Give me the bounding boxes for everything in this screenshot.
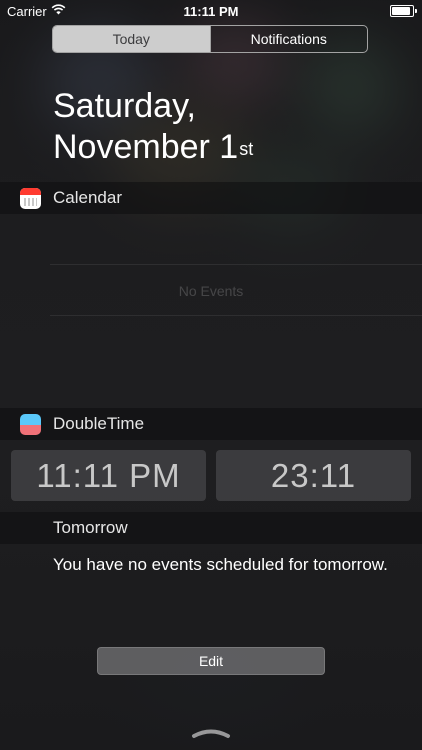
doubletime-widget-header[interactable]: DoubleTime (0, 408, 422, 440)
segmented-control: Today Notifications (52, 25, 368, 53)
chevron-up-icon[interactable] (191, 727, 231, 739)
date-month-day: November 1 (53, 128, 239, 166)
tab-today[interactable]: Today (53, 26, 210, 52)
edit-button[interactable]: Edit (97, 647, 325, 675)
date-weekday: Saturday, (53, 87, 197, 125)
tomorrow-title: Tomorrow (53, 518, 128, 537)
tab-notifications[interactable]: Notifications (209, 26, 368, 52)
date-heading: Saturday, November 1st (53, 86, 253, 168)
calendar-divider-bottom (50, 315, 422, 316)
tomorrow-message: You have no events scheduled for tomorro… (53, 555, 388, 574)
calendar-divider-top (50, 264, 422, 265)
clock-24h[interactable]: 23:11 (216, 450, 411, 501)
status-time: 11:11 PM (183, 4, 239, 19)
battery-icon (390, 5, 417, 17)
doubletime-icon (20, 414, 41, 435)
calendar-widget-header[interactable]: Calendar (0, 182, 422, 214)
doubletime-widget-title: DoubleTime (53, 414, 145, 433)
date-ordinal-suffix: st (239, 139, 254, 159)
calendar-icon (20, 188, 41, 209)
status-bar: Carrier 11:11 PM (0, 0, 422, 22)
clock-12h[interactable]: 11:11 PM (11, 450, 206, 501)
tomorrow-header: Tomorrow (0, 512, 422, 544)
calendar-widget-title: Calendar (53, 188, 122, 207)
no-events-label: No Events (178, 283, 244, 299)
